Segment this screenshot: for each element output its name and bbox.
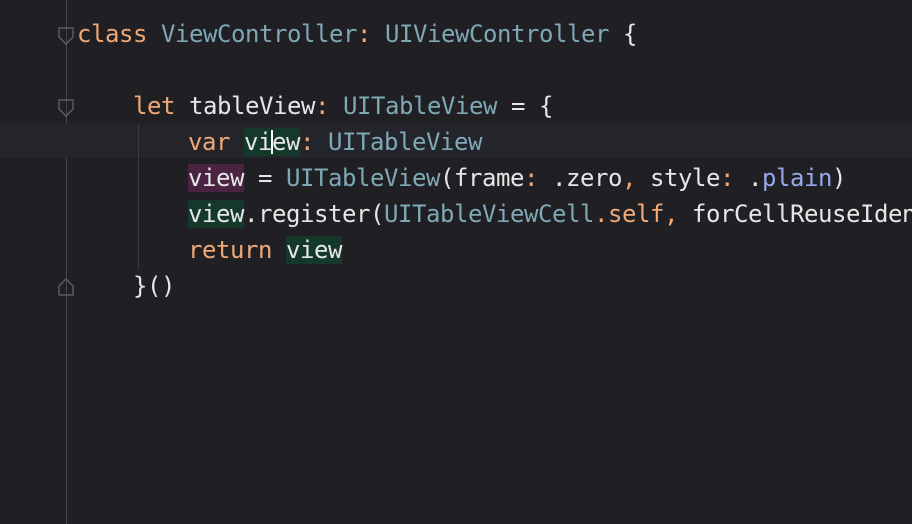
keyword-let: let <box>133 92 175 120</box>
code-line-3: let tableView: UITableView = { <box>133 88 553 124</box>
colon: : <box>300 128 314 156</box>
self-keyword: .self <box>594 200 664 228</box>
variable-reference: view <box>188 200 244 228</box>
assign-closure: = { <box>511 92 553 120</box>
colon: : <box>357 20 371 48</box>
gutter-divider <box>66 0 67 524</box>
code-line-1: class ViewController: UIViewController { <box>77 16 637 52</box>
variable-part-a: vi <box>244 128 272 156</box>
close-paren: ) <box>832 164 846 192</box>
zero-value: .zero <box>552 164 622 192</box>
type-name: UITableView <box>286 164 440 192</box>
type-name: UITableView <box>328 128 482 156</box>
comma: , <box>622 164 636 192</box>
fold-close-icon[interactable] <box>58 278 74 296</box>
colon: : <box>315 92 329 120</box>
keyword-class: class <box>77 20 147 48</box>
class-name: ViewController <box>161 20 357 48</box>
fold-open-icon[interactable] <box>58 99 74 117</box>
code-line-4: var view: UITableView <box>188 124 482 160</box>
keyword-return: return <box>188 236 272 264</box>
indent-guide <box>138 124 139 270</box>
variable-declaration: view <box>244 128 300 156</box>
type-name: UITableViewCell <box>384 200 594 228</box>
comma: , <box>664 200 678 228</box>
colon: : <box>524 164 538 192</box>
fold-open-icon[interactable] <box>58 27 74 45</box>
closure-call: }() <box>133 272 175 300</box>
code-editor[interactable]: class ViewController: UIViewController {… <box>0 0 912 524</box>
dot: . <box>748 164 762 192</box>
enum-case: plain <box>762 164 832 192</box>
code-line-6: view.register(UITableViewCell.self, forC… <box>188 196 912 232</box>
argument-frame: (frame <box>440 164 524 192</box>
variable-reference: view <box>286 236 342 264</box>
type-name: UITableView <box>343 92 497 120</box>
property-name: tableView <box>189 92 315 120</box>
code-line-8: }() <box>133 268 175 304</box>
variable-reference: view <box>188 164 244 192</box>
code-line-5: view = UITableView(frame: .zero, style: … <box>188 160 846 196</box>
variable-part-b: ew <box>272 128 300 156</box>
argument-style: style <box>650 164 720 192</box>
argument-label: forCellReuseIdentifier <box>692 200 912 228</box>
colon: : <box>720 164 734 192</box>
superclass-name: UIViewController <box>385 20 609 48</box>
code-line-7: return view <box>188 232 342 268</box>
method-call: .register( <box>244 200 384 228</box>
open-brace: { <box>623 20 637 48</box>
assign-operator: = <box>258 164 272 192</box>
keyword-var: var <box>188 128 230 156</box>
